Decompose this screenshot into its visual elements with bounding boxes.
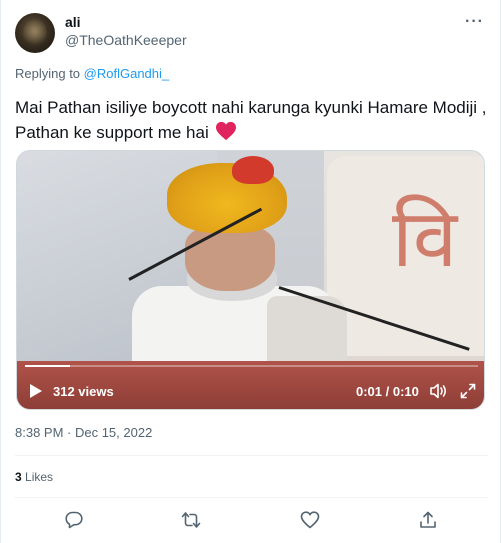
author-name[interactable]: ali <box>65 14 81 30</box>
video-controls: 312 views 0:01 / 0:10 <box>17 369 484 409</box>
avatar[interactable] <box>15 13 55 53</box>
likes-count[interactable]: 3 Likes <box>15 470 53 484</box>
divider <box>15 455 488 456</box>
play-icon[interactable] <box>29 383 43 399</box>
retweet-icon[interactable] <box>181 510 201 530</box>
red-heart-icon <box>216 121 237 141</box>
volume-icon[interactable] <box>430 383 448 399</box>
tweet-text: Mai Pathan isiliye boycott nahi karunga … <box>15 95 490 145</box>
divider <box>15 497 488 498</box>
view-count: 312 views <box>53 384 114 399</box>
tweet-card: ali @TheOathKeeeper ··· Replying to @Rof… <box>0 0 501 543</box>
like-heart-icon[interactable] <box>300 510 320 530</box>
video-progress-fill <box>25 365 71 367</box>
video-time: 0:01 / 0:10 <box>356 384 419 399</box>
likes-number: 3 <box>15 470 22 484</box>
video-player[interactable]: वि 312 views 0:01 / 0:10 <box>16 150 485 410</box>
video-progress-bar[interactable] <box>25 365 478 367</box>
fullscreen-icon[interactable] <box>460 383 476 399</box>
replying-to: Replying to @RoflGandhi_ <box>15 66 169 81</box>
replying-to-link[interactable]: @RoflGandhi_ <box>84 66 169 81</box>
more-options-icon[interactable]: ··· <box>465 14 484 30</box>
share-icon[interactable] <box>418 510 438 530</box>
tweet-text-body: Mai Pathan isiliye boycott nahi karunga … <box>15 98 487 142</box>
reply-icon[interactable] <box>64 510 84 530</box>
replying-to-label: Replying to <box>15 66 81 81</box>
likes-label: Likes <box>25 470 54 484</box>
author-handle[interactable]: @TheOathKeeeper <box>65 32 187 48</box>
tweet-timestamp[interactable]: 8:38 PM · Dec 15, 2022 <box>15 425 152 440</box>
